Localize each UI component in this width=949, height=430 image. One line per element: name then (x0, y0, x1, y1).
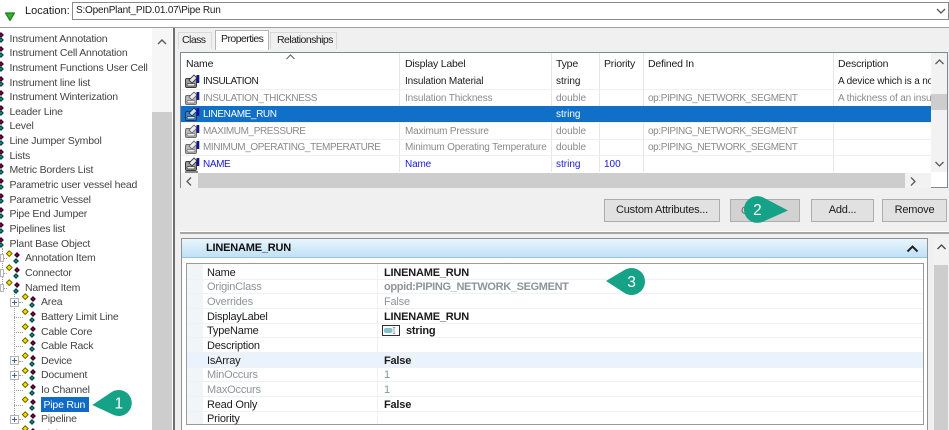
svg-text:1: 1 (114, 395, 123, 412)
svg-text:2: 2 (753, 202, 762, 219)
svg-text:3: 3 (627, 274, 636, 291)
